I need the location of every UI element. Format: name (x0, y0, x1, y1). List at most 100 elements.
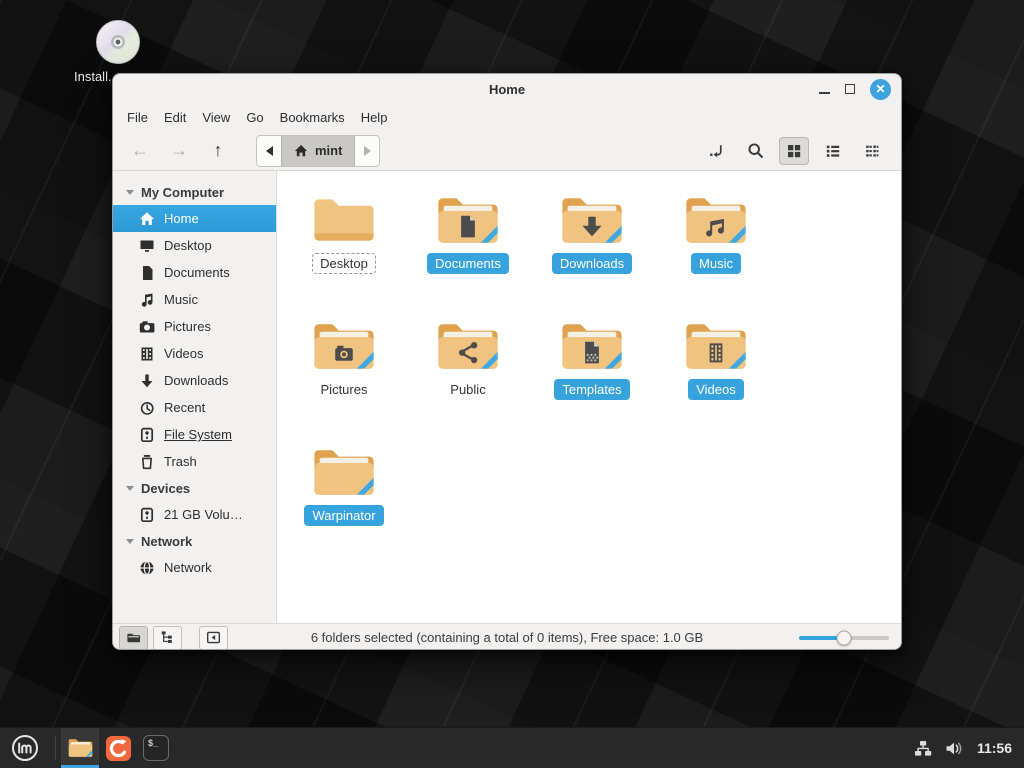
places-folder-icon (126, 630, 141, 645)
sidebar-item-home[interactable]: Home (113, 205, 276, 232)
sidebar-section-my-computer[interactable]: My Computer (113, 179, 276, 205)
file-label: Documents (427, 253, 509, 274)
chevron-right-icon (364, 146, 371, 156)
statusbar: 6 folders selected (containing a total o… (113, 623, 901, 650)
file-label: Warpinator (304, 505, 383, 526)
cd-icon (94, 18, 142, 66)
sidebar-item-videos[interactable]: Videos (113, 340, 276, 367)
sidebar-item-documents[interactable]: Documents (113, 259, 276, 286)
taskbar-clock[interactable]: 11:56 (977, 740, 1012, 756)
list-view-icon (825, 143, 841, 159)
film-icon (139, 346, 155, 362)
window-title: Home (489, 82, 525, 97)
forward-button[interactable]: → (166, 140, 192, 161)
menu-help[interactable]: Help (353, 107, 396, 128)
show-treeview-button[interactable] (153, 626, 182, 650)
file-downloads[interactable]: Downloads (530, 193, 654, 319)
search-icon (747, 142, 764, 159)
zoom-slider[interactable] (799, 630, 889, 646)
file-desktop[interactable]: Desktop (282, 193, 406, 319)
file-public[interactable]: Public (406, 319, 530, 445)
sidebar-item-downloads[interactable]: Downloads (113, 367, 276, 394)
minimize-button[interactable] (819, 92, 830, 94)
template-emblem-icon (585, 342, 599, 364)
file-templates[interactable]: Templates (530, 319, 654, 445)
terminal-prompt-glyph: $_ (148, 738, 158, 748)
sidebar-item-desktop[interactable]: Desktop (113, 232, 276, 259)
sidebar-item-file-system[interactable]: File System (113, 421, 276, 448)
trash-icon (139, 454, 155, 470)
back-button[interactable]: ← (127, 140, 153, 161)
menu-go[interactable]: Go (238, 107, 271, 128)
status-text: 6 folders selected (containing a total o… (311, 630, 703, 645)
sidebar-item-label: Pictures (164, 319, 211, 334)
sidebar-item-label: File System (164, 427, 232, 442)
file-label: Music (691, 253, 741, 274)
grid-view-button[interactable] (779, 137, 809, 165)
section-label: Devices (141, 481, 190, 496)
path-segment-home[interactable]: mint (281, 136, 355, 166)
sidebar-item-volume[interactable]: 21 GB Volu… (113, 501, 276, 528)
terminal-launcher[interactable]: $_ (137, 728, 175, 768)
path-next-button[interactable] (355, 136, 379, 166)
sidebar-item-trash[interactable]: Trash (113, 448, 276, 475)
slider-handle[interactable] (837, 630, 852, 645)
file-pictures[interactable]: Pictures (282, 319, 406, 445)
folder-icon (434, 319, 502, 374)
sidebar-item-label: Downloads (164, 373, 228, 388)
sidebar-section-devices[interactable]: Devices (113, 475, 276, 501)
volume-icon[interactable] (945, 740, 964, 757)
show-places-button[interactable] (119, 626, 148, 650)
menu-edit[interactable]: Edit (156, 107, 194, 128)
file-videos[interactable]: Videos (654, 319, 778, 445)
toggle-sidebar-button[interactable] (199, 626, 228, 650)
close-button[interactable]: ✕ (870, 79, 891, 100)
taskbar: $_ 11:56 (0, 727, 1024, 768)
taskbar-separator (55, 736, 56, 760)
path-prev-button[interactable] (257, 136, 281, 166)
list-view-button[interactable] (818, 137, 848, 165)
terminal-icon: $_ (143, 735, 169, 761)
menu-bookmarks[interactable]: Bookmarks (272, 107, 353, 128)
sidebar-item-label: Recent (164, 400, 205, 415)
sidebar-item-music[interactable]: Music (113, 286, 276, 313)
maximize-button[interactable] (845, 84, 855, 94)
document-icon (139, 265, 155, 281)
search-button[interactable] (740, 137, 770, 165)
firefox-icon (105, 735, 132, 762)
menu-view[interactable]: View (194, 107, 238, 128)
download-arrow-icon (139, 373, 155, 389)
sidebar-item-recent[interactable]: Recent (113, 394, 276, 421)
files-launcher[interactable] (61, 728, 99, 768)
sidebar-item-pictures[interactable]: Pictures (113, 313, 276, 340)
sidebar-item-label: Network (164, 560, 212, 575)
menu-file[interactable]: File (119, 107, 156, 128)
mint-logo-icon (11, 734, 39, 762)
pathbar: mint (256, 135, 380, 167)
section-label: Network (141, 534, 192, 549)
compact-view-button[interactable] (857, 137, 887, 165)
expander-icon (126, 486, 134, 491)
file-documents[interactable]: Documents (406, 193, 530, 319)
file-label: Templates (554, 379, 629, 400)
sidebar-item-label: 21 GB Volu… (164, 507, 243, 522)
folder-icon (682, 193, 750, 248)
sidebar-section-network[interactable]: Network (113, 528, 276, 554)
menu-button[interactable] (0, 728, 50, 768)
titlebar[interactable]: Home ✕ (113, 74, 901, 104)
firefox-launcher[interactable] (99, 728, 137, 768)
expander-icon (126, 539, 134, 544)
file-music[interactable]: Music (654, 193, 778, 319)
sidebar-item-network[interactable]: Network (113, 554, 276, 581)
folder-icon (310, 445, 378, 500)
network-tray-icon[interactable] (914, 740, 932, 757)
file-warpinator[interactable]: Warpinator (282, 445, 406, 571)
file-label: Pictures (313, 379, 376, 400)
up-button[interactable]: ↑ (205, 140, 231, 161)
path-segment-label: mint (315, 143, 342, 158)
home-icon (294, 144, 308, 158)
file-label: Videos (688, 379, 744, 400)
music-note-icon (139, 292, 155, 308)
toggle-location-entry-button[interactable] (701, 137, 731, 165)
file-label: Downloads (552, 253, 632, 274)
